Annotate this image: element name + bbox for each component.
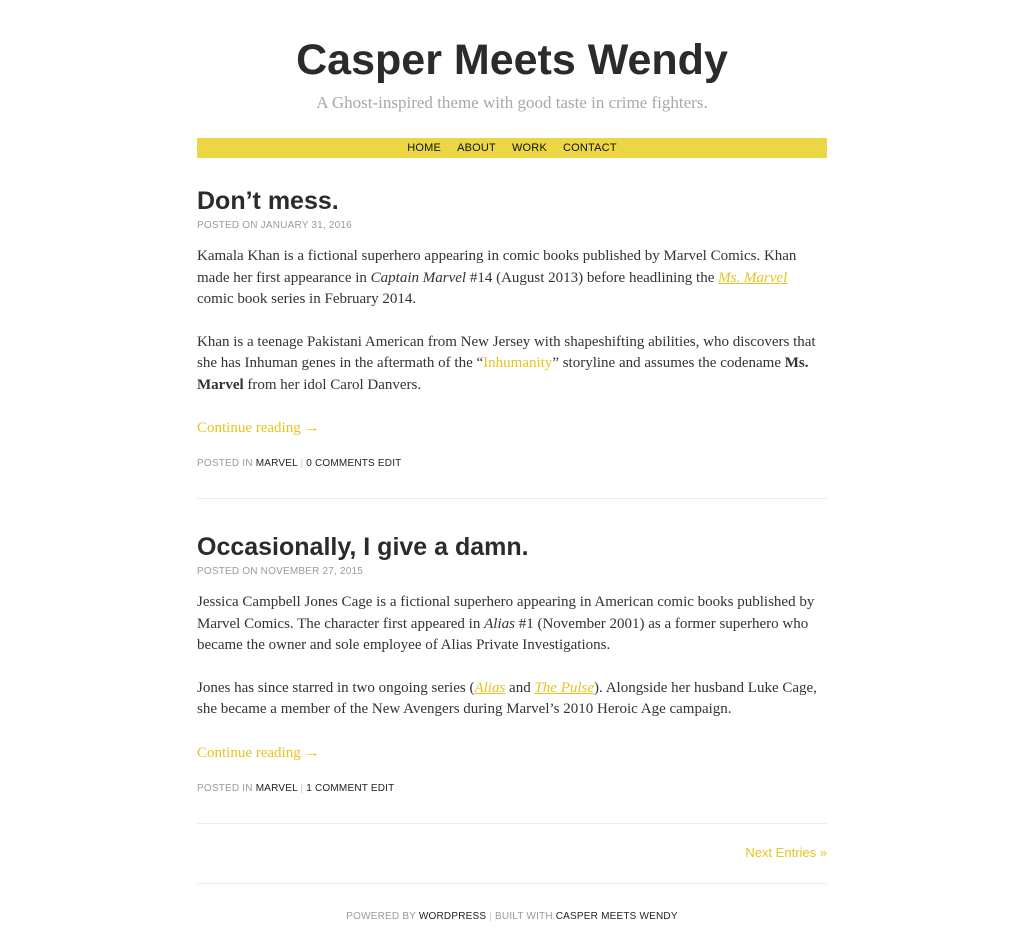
text-segment: and: [505, 679, 535, 696]
text-segment: #14 (August 2013) before headlining the: [466, 269, 719, 286]
theme-link[interactable]: CASPER MEETS WENDY: [556, 911, 678, 922]
divider: [197, 823, 827, 824]
edit-link[interactable]: EDIT: [378, 458, 402, 469]
post-footer-meta: POSTED IN MARVEL | 1 COMMENT EDIT: [197, 783, 827, 794]
main-nav: HOME ABOUT WORK CONTACT: [197, 138, 827, 158]
nav-item-home[interactable]: HOME: [407, 142, 441, 154]
text-segment: from her idol Carol Danvers.: [243, 376, 422, 393]
text-segment: Jones has since starred in two ongoing s…: [197, 679, 475, 696]
page: Casper Meets Wendy A Ghost-inspired them…: [0, 0, 1024, 952]
wordpress-link[interactable]: WORDPRESS: [419, 911, 486, 922]
next-entries-link[interactable]: Next Entries »: [745, 845, 827, 860]
divider: [197, 498, 827, 499]
post-paragraph: Khan is a teenage Pakistani American fro…: [197, 332, 827, 397]
site-title[interactable]: Casper Meets Wendy: [0, 34, 1024, 86]
site-footer: POWERED BY WORDPRESS | BUILT WITH CASPER…: [0, 911, 1024, 922]
inhumanity-link[interactable]: Inhumanity: [483, 355, 552, 371]
post-title[interactable]: Occasionally, I give a damn.: [197, 532, 827, 562]
alias-link[interactable]: Alias: [474, 680, 505, 696]
powered-by-label: POWERED BY: [346, 911, 416, 922]
post-1: Don’t mess. POSTED ON JANUARY 31, 2016 K…: [197, 186, 827, 469]
edit-link[interactable]: EDIT: [371, 783, 395, 794]
italic-title: Alias: [484, 615, 515, 632]
post-paragraph: Kamala Khan is a fictional superhero app…: [197, 246, 827, 311]
category-link[interactable]: MARVEL: [256, 783, 298, 794]
continue-reading-link[interactable]: Continue reading →: [197, 745, 319, 761]
post-date: POSTED ON NOVEMBER 27, 2015: [197, 566, 364, 577]
post-2: Occasionally, I give a damn. POSTED ON N…: [197, 532, 827, 794]
posted-in-label: POSTED IN: [197, 782, 253, 794]
separator: |: [300, 458, 304, 469]
comments-link[interactable]: 1 COMMENT: [306, 783, 368, 794]
text-segment: ” storyline and assumes the codename: [552, 355, 785, 371]
post-date: POSTED ON JANUARY 31, 2016: [197, 220, 352, 231]
nav-item-work[interactable]: WORK: [512, 142, 547, 154]
post-paragraph: Jones has since starred in two ongoing s…: [197, 678, 827, 721]
posted-in-label: POSTED IN: [197, 458, 253, 469]
separator: |: [300, 782, 304, 794]
divider: [197, 883, 827, 884]
category-link[interactable]: MARVEL: [256, 458, 298, 469]
nav-item-about[interactable]: ABOUT: [457, 142, 496, 154]
ms-marvel-link[interactable]: Ms. Marvel: [718, 270, 787, 286]
built-with-label: BUILT WITH: [495, 911, 553, 922]
nav-item-contact[interactable]: CONTACT: [563, 142, 617, 154]
italic-title: Captain Marvel: [370, 269, 467, 286]
continue-reading-link[interactable]: Continue reading →: [197, 420, 319, 436]
text-segment: comic book series in February 2014.: [197, 291, 417, 307]
separator: |: [489, 911, 493, 922]
comments-link[interactable]: 0 COMMENTS: [306, 458, 375, 469]
post-title[interactable]: Don’t mess.: [197, 186, 827, 216]
post-footer-meta: POSTED IN MARVEL | 0 COMMENTS EDIT: [197, 458, 827, 469]
post-paragraph: Jessica Campbell Jones Cage is a fiction…: [197, 592, 827, 657]
the-pulse-link[interactable]: The Pulse: [534, 680, 594, 696]
site-description: A Ghost-inspired theme with good taste i…: [316, 93, 708, 112]
